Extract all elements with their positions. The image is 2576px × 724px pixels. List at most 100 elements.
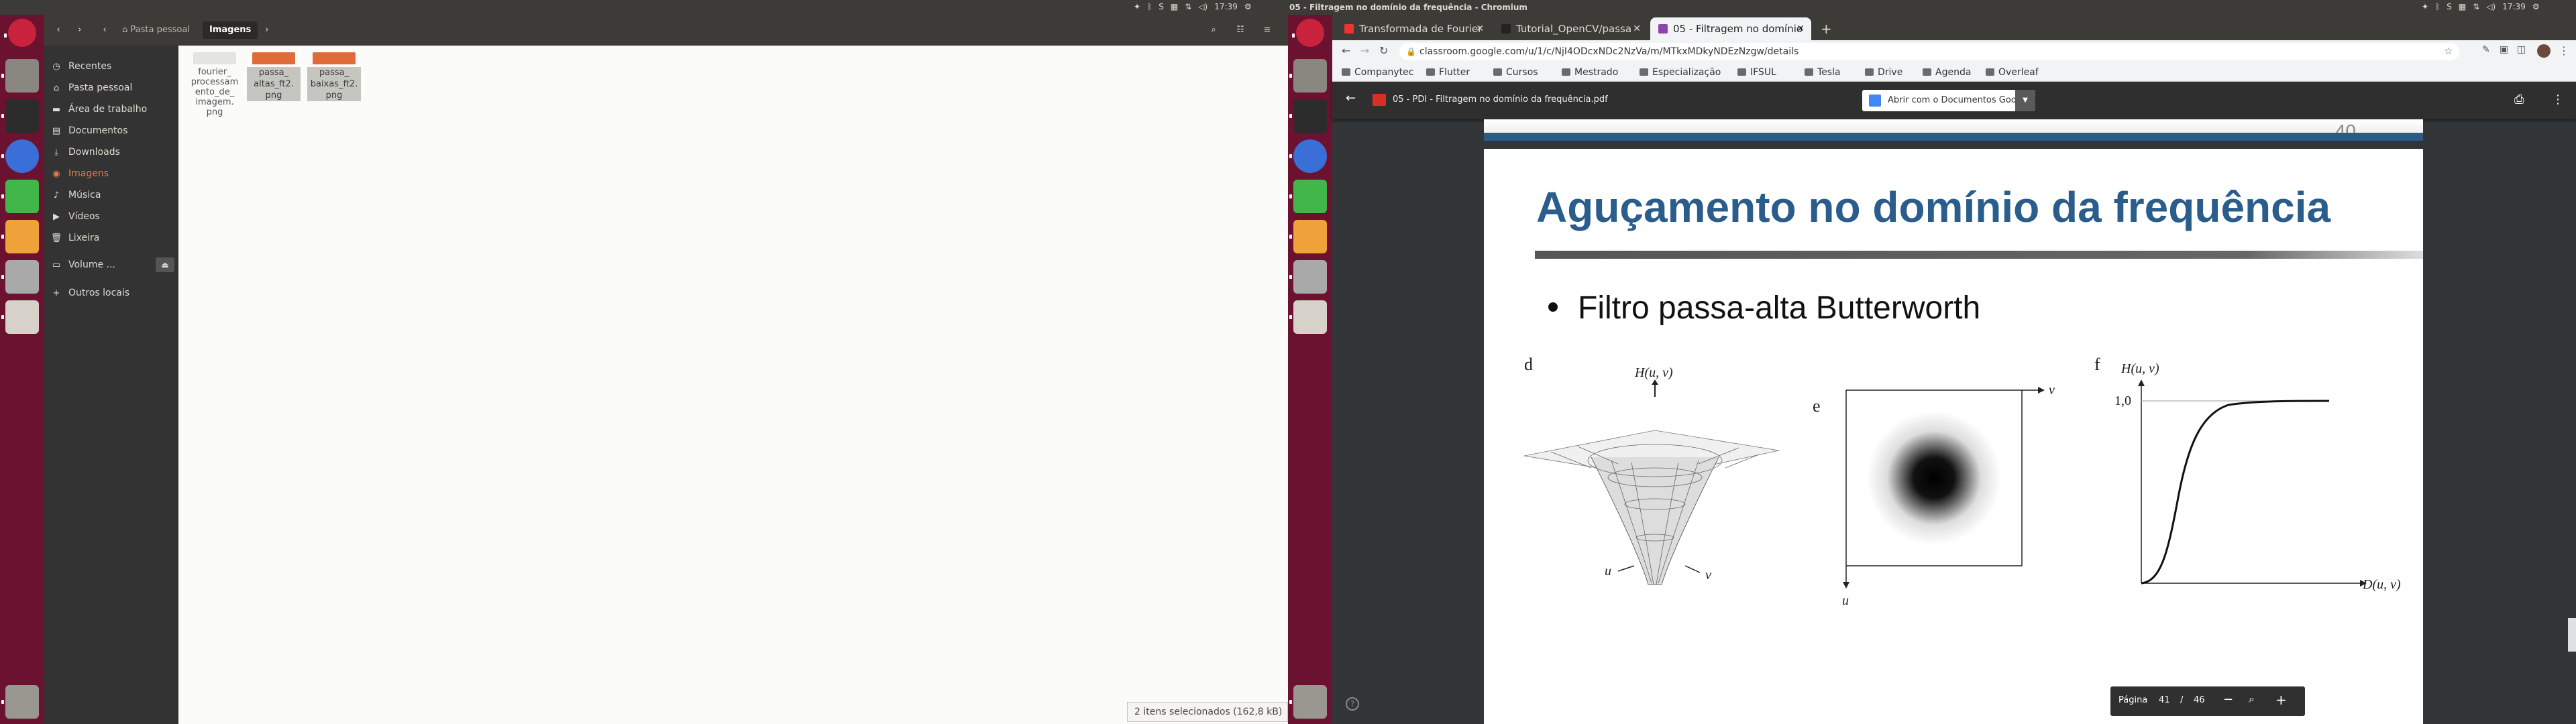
wifi-icon[interactable]: ⇅ (2473, 2, 2479, 11)
ubuntu-logo-icon[interactable] (4, 19, 36, 47)
menu-icon[interactable]: ≡ (1258, 21, 1276, 39)
folder-icon (1493, 68, 1502, 76)
dropbox-icon[interactable]: ✦ (1134, 2, 1140, 11)
extension-eyedropper-icon[interactable]: ✎ (2482, 44, 2490, 55)
clock-label[interactable]: 17:39 (1214, 2, 1238, 11)
file-name-line: passa_ (247, 67, 301, 78)
new-tab-button[interactable]: + (1815, 17, 1835, 40)
keyboard-layout-icon[interactable]: ▦ (2459, 2, 2466, 11)
sidebar-item-imagens[interactable]: ◉ Imagens (44, 164, 178, 184)
settings-icon[interactable]: ⚙ (2532, 2, 2540, 11)
profile-avatar[interactable] (2537, 44, 2551, 58)
zoom-in-icon[interactable]: + (2275, 692, 2287, 708)
files-app-icon[interactable] (1, 59, 39, 93)
sidebar-item-lixeira[interactable]: 🗑 Lixeira (44, 228, 178, 248)
terminal-app-icon[interactable] (1289, 99, 1327, 133)
path-right-arrow-icon[interactable]: › (260, 21, 274, 39)
bookmark-ifsul[interactable]: IFSUL (1737, 63, 1776, 82)
forward-button[interactable]: › (71, 21, 89, 39)
bookmark-mestrado[interactable]: Mestrado (1562, 63, 1618, 82)
zoom-out-icon[interactable]: − (2223, 692, 2233, 707)
bookmark-overleaf[interactable]: Overleaf (1986, 63, 2039, 82)
tab-filtragem[interactable]: 05 - Filtragem no domínio ✕ (1650, 17, 1811, 40)
file-item[interactable]: fourier_ processam ento_de_ imagem. png (184, 52, 246, 117)
close-tab-icon[interactable]: ✕ (1633, 17, 1641, 40)
panel-f-axis-x: D(u, v) (2362, 577, 2401, 592)
help-icon[interactable]: ? (1346, 697, 1359, 711)
text-editor-app-icon[interactable] (1289, 220, 1327, 253)
bookmark-star-icon[interactable]: ☆ (2444, 43, 2453, 60)
qt-creator-app-icon[interactable] (1, 180, 39, 213)
zoom-icon[interactable]: ⌕ (2249, 692, 2255, 706)
settings-icon[interactable]: ⚙ (1244, 2, 1252, 11)
files-app-icon[interactable] (1289, 59, 1327, 93)
back-arrow-icon[interactable]: ← (1342, 44, 1350, 57)
sidebar-item-vídeos[interactable]: ▶ Vídeos (44, 206, 178, 227)
bookmark-companytec[interactable]: Companytec (1342, 63, 1413, 82)
sidebar-item-recentes[interactable]: ◷ Recentes (44, 56, 178, 76)
sidebar-item-música[interactable]: ♪ Música (44, 185, 178, 205)
scrollbar-thumb[interactable] (2568, 618, 2576, 652)
removable-drive-app-icon[interactable] (1, 300, 39, 334)
address-bar[interactable]: 🔒 classroom.google.com/u/1/c/NjI4ODcxNDc… (1399, 43, 2459, 60)
close-tab-icon[interactable]: ✕ (1476, 17, 1484, 40)
ubuntu-logo-icon[interactable] (1292, 19, 1324, 47)
path-left-arrow-icon[interactable]: ‹ (98, 21, 111, 39)
dropbox-icon[interactable]: ✦ (2422, 2, 2428, 11)
bookmark-flutter[interactable]: Flutter (1426, 63, 1470, 82)
bookmark-especializa-o[interactable]: Especialização (1640, 63, 1721, 82)
bluetooth-icon[interactable]: ᛒ (2435, 2, 2440, 11)
chromium-app-icon[interactable] (1, 139, 39, 173)
extension-icon[interactable]: ◫ (2517, 44, 2526, 55)
sidebar-item-pasta-pessoal[interactable]: ⌂ Pasta pessoal (44, 78, 178, 98)
reload-icon[interactable]: ↻ (1379, 44, 1388, 57)
bookmark-tesla[interactable]: Tesla (1805, 63, 1841, 82)
search-icon[interactable]: ⌕ (1205, 21, 1222, 39)
sidebar-item-documentos[interactable]: ▤ Documentos (44, 121, 178, 141)
view-options-icon[interactable]: ☷ (1232, 21, 1249, 39)
keyboard-layout-icon[interactable]: ▦ (1171, 2, 1178, 11)
chrome-menu-icon[interactable]: ⋮ (2559, 44, 2569, 57)
bluetooth-icon[interactable]: ᛒ (1147, 2, 1152, 11)
sidebar-item-volume[interactable]: ▭ Volume ... ⏏ (44, 255, 178, 275)
skype-icon[interactable]: S (1159, 2, 1164, 11)
removable-drive-app-icon[interactable] (1289, 300, 1327, 334)
print-icon[interactable]: ⎙ (2514, 93, 2524, 107)
forward-arrow-icon[interactable]: → (1360, 44, 1369, 57)
file-item[interactable]: passa_baixas_ft2.png (303, 52, 365, 101)
breadcrumb-home[interactable]: ⌂ Pasta pessoal (115, 21, 197, 39)
bookmark-agenda[interactable]: Agenda (1923, 63, 1971, 82)
close-tab-icon[interactable]: ✕ (1796, 17, 1805, 40)
home-icon: ⌂ (53, 82, 60, 93)
chromium-app-icon[interactable] (1289, 139, 1327, 173)
trash-app-icon[interactable] (1289, 685, 1327, 719)
skype-icon[interactable]: S (2447, 2, 2452, 11)
qt-creator-app-icon[interactable] (1289, 180, 1327, 213)
text-editor-app-icon[interactable] (1, 220, 39, 253)
extension-cast-icon[interactable]: ▣ (2500, 44, 2508, 55)
wifi-icon[interactable]: ⇅ (1185, 2, 1191, 11)
file-item[interactable]: passa_altas_ft2.png (243, 52, 305, 101)
back-button[interactable]: ‹ (50, 21, 67, 39)
eject-icon[interactable]: ⏏ (156, 257, 174, 272)
drive-app-icon[interactable] (1289, 260, 1327, 294)
close-viewer-arrow-icon[interactable]: ← (1346, 91, 1356, 105)
volume-icon[interactable]: ◁) (1198, 2, 1208, 11)
sidebar-item-downloads[interactable]: ⤓ Downloads (44, 142, 178, 162)
bookmark-drive[interactable]: Drive (1865, 63, 1902, 82)
drive-app-icon[interactable] (1, 260, 39, 294)
tab-transformada[interactable]: Transformada de Fourier ✕ (1336, 17, 1491, 40)
chevron-down-icon[interactable]: ▼ (2015, 90, 2035, 111)
breadcrumb-current[interactable]: Imagens (203, 21, 258, 39)
bookmark-cursos[interactable]: Cursos (1493, 63, 1538, 82)
terminal-app-icon[interactable] (1, 99, 39, 133)
trash-app-icon[interactable] (1, 685, 39, 719)
volume-icon[interactable]: ◁) (2486, 2, 2496, 11)
sidebar-item-área-de-trabalho[interactable]: ▬ Área de trabalho (44, 99, 178, 119)
clock-label[interactable]: 17:39 (2502, 2, 2526, 11)
open-with-docs-button[interactable]: Abrir com o Documentos Google ▼ (1862, 90, 2035, 111)
more-options-icon[interactable]: ⋮ (2552, 93, 2564, 107)
sidebar-item-outros-locais[interactable]: + Outros locais (44, 283, 178, 303)
tab-tutorial-opencv[interactable]: Tutorial_OpenCV/passa ✕ (1493, 17, 1648, 40)
page-current-input[interactable]: 41 (2159, 695, 2170, 705)
